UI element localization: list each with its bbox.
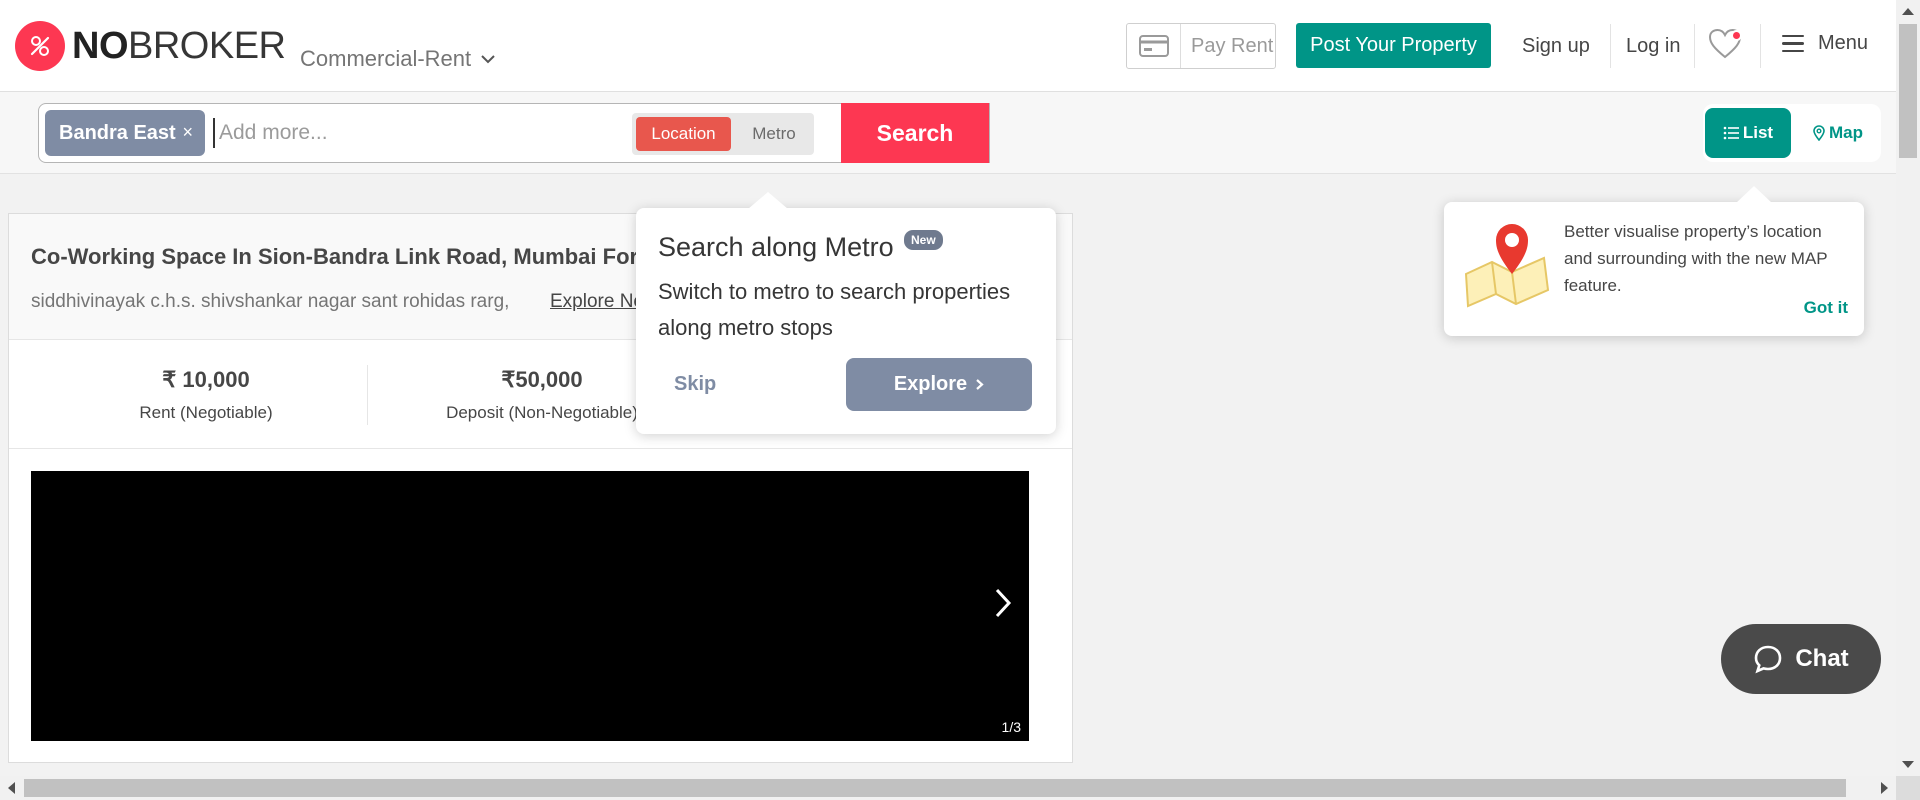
- menu-button[interactable]: Menu: [1782, 32, 1868, 55]
- skip-button[interactable]: Skip: [674, 373, 716, 396]
- credit-card-icon: [1127, 24, 1181, 68]
- scroll-left-icon[interactable]: [8, 782, 15, 794]
- log-in-link[interactable]: Log in: [1626, 34, 1681, 58]
- pay-rent-button[interactable]: Pay Rent: [1126, 23, 1276, 69]
- list-view-button[interactable]: List: [1705, 108, 1791, 158]
- popover-title: Search along Metro: [658, 232, 894, 262]
- map-pin-icon: [1813, 125, 1825, 141]
- view-toggle: List Map: [1703, 104, 1881, 162]
- sign-up-link[interactable]: Sign up: [1522, 34, 1590, 58]
- nav-divider: [1610, 24, 1611, 68]
- chevron-down-icon: [481, 55, 495, 64]
- got-it-button[interactable]: Got it: [1804, 298, 1848, 318]
- tooltip-arrow: [1736, 186, 1772, 203]
- chat-bubble-icon: [1755, 645, 1782, 674]
- chat-label: Chat: [1795, 645, 1849, 672]
- locality-chip[interactable]: Bandra East ×: [45, 110, 205, 156]
- property-address: siddhivinayak c.h.s. shivshankar nagar s…: [31, 291, 510, 312]
- gallery-counter: 1/3: [1001, 719, 1021, 735]
- rent-label: Rent (Negotiable): [139, 403, 273, 422]
- new-badge: New: [904, 230, 943, 250]
- nav-divider: [1760, 24, 1761, 68]
- category-label: Commercial-Rent: [300, 46, 472, 71]
- list-icon: [1723, 126, 1739, 140]
- vertical-scroll-thumb[interactable]: [1899, 24, 1917, 158]
- photo-gallery[interactable]: 1/3: [31, 471, 1029, 741]
- rent-value: ₹ 10,000: [162, 367, 250, 392]
- popover-arrow: [748, 192, 788, 209]
- popover-description: Switch to metro to search properties alo…: [658, 279, 1011, 340]
- hamburger-icon: [1782, 34, 1804, 53]
- explore-label: Explore: [893, 373, 968, 395]
- map-view-label: Map: [1829, 123, 1863, 142]
- property-title[interactable]: Co-Working Space In Sion-Bandra Link Roa…: [31, 244, 651, 270]
- vertical-scrollbar[interactable]: [1896, 0, 1920, 776]
- horizontal-scrollbar[interactable]: [0, 776, 1896, 800]
- search-mode-toggle: Location Metro: [632, 113, 814, 155]
- shortlist-heart-icon[interactable]: [1708, 28, 1744, 64]
- map-view-button[interactable]: Map: [1803, 108, 1873, 158]
- tooltip-text: Better visualise property’s location and…: [1564, 222, 1828, 295]
- search-bar-section: Bandra East × Location Metro Search List…: [0, 92, 1896, 174]
- map-feature-tooltip: Better visualise property’s location and…: [1444, 186, 1864, 336]
- rent-cell: ₹ 10,000 Rent (Negotiable): [41, 367, 371, 423]
- chevron-right-icon: [976, 379, 984, 390]
- locality-chip-label: Bandra East: [59, 121, 176, 144]
- add-locality-input[interactable]: [213, 118, 613, 148]
- scroll-right-icon[interactable]: [1881, 782, 1888, 794]
- explore-metro-button[interactable]: Explore: [846, 358, 1032, 411]
- scrollbar-corner: [1896, 776, 1920, 800]
- metro-mode-button[interactable]: Metro: [738, 117, 810, 151]
- menu-label: Menu: [1818, 32, 1869, 54]
- search-button[interactable]: Search: [841, 103, 989, 163]
- chip-close-icon[interactable]: ×: [182, 122, 193, 143]
- scroll-down-icon[interactable]: [1902, 761, 1914, 768]
- pay-rent-label: Pay Rent: [1191, 34, 1274, 57]
- map-location-illustration-icon: [1464, 224, 1550, 308]
- brand-wordmark[interactable]: NOBROKER: [72, 24, 286, 68]
- metro-search-popover: Search along Metro New Switch to metro t…: [636, 192, 1056, 434]
- notification-dot: [1731, 30, 1742, 41]
- chat-button[interactable]: Chat: [1721, 624, 1881, 694]
- list-view-label: List: [1742, 123, 1774, 142]
- price-divider: [367, 365, 368, 425]
- location-mode-button[interactable]: Location: [636, 117, 731, 151]
- top-header: NOBROKER Commercial-Rent Pay Rent Post Y…: [0, 0, 1896, 92]
- chevron-right-icon[interactable]: [985, 579, 1021, 627]
- horizontal-scroll-thumb[interactable]: [24, 779, 1846, 797]
- post-property-button[interactable]: Post Your Property: [1296, 23, 1491, 68]
- scroll-up-icon[interactable]: [1902, 8, 1914, 15]
- category-dropdown[interactable]: Commercial-Rent: [300, 46, 495, 72]
- nav-divider: [1694, 24, 1695, 68]
- nobroker-logo-icon[interactable]: [15, 21, 65, 71]
